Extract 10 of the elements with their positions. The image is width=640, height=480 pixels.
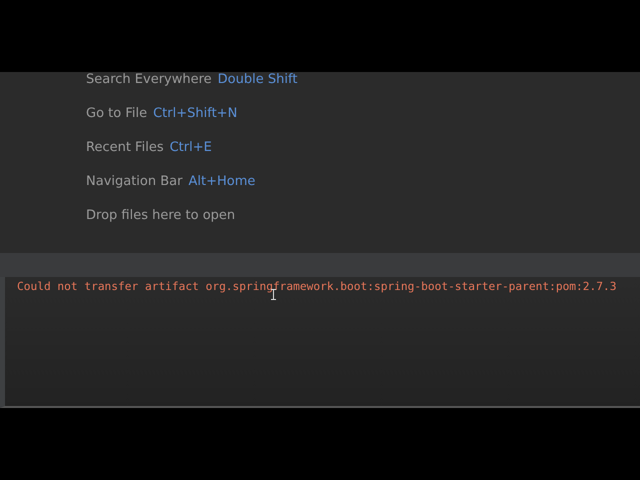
shortcut-text: Alt+Home (188, 173, 256, 191)
hint-label: Drop files here to open (86, 207, 236, 225)
hint-label: Navigation Bar (86, 173, 182, 191)
error-message: Could not transfer artifact org.springframework.boot:spring-boot-starter-parent:pom:2.7.3 (17, 280, 618, 294)
hint-label: Go to File (86, 105, 148, 123)
shortcut-text: Double Shift (218, 71, 298, 89)
shortcut-text: Ctrl+Shift+N (153, 105, 238, 123)
hint-label: Search Everywhere (86, 71, 212, 89)
hint-label: Recent Files (86, 139, 164, 157)
shortcut-text: Ctrl+E (170, 139, 212, 157)
